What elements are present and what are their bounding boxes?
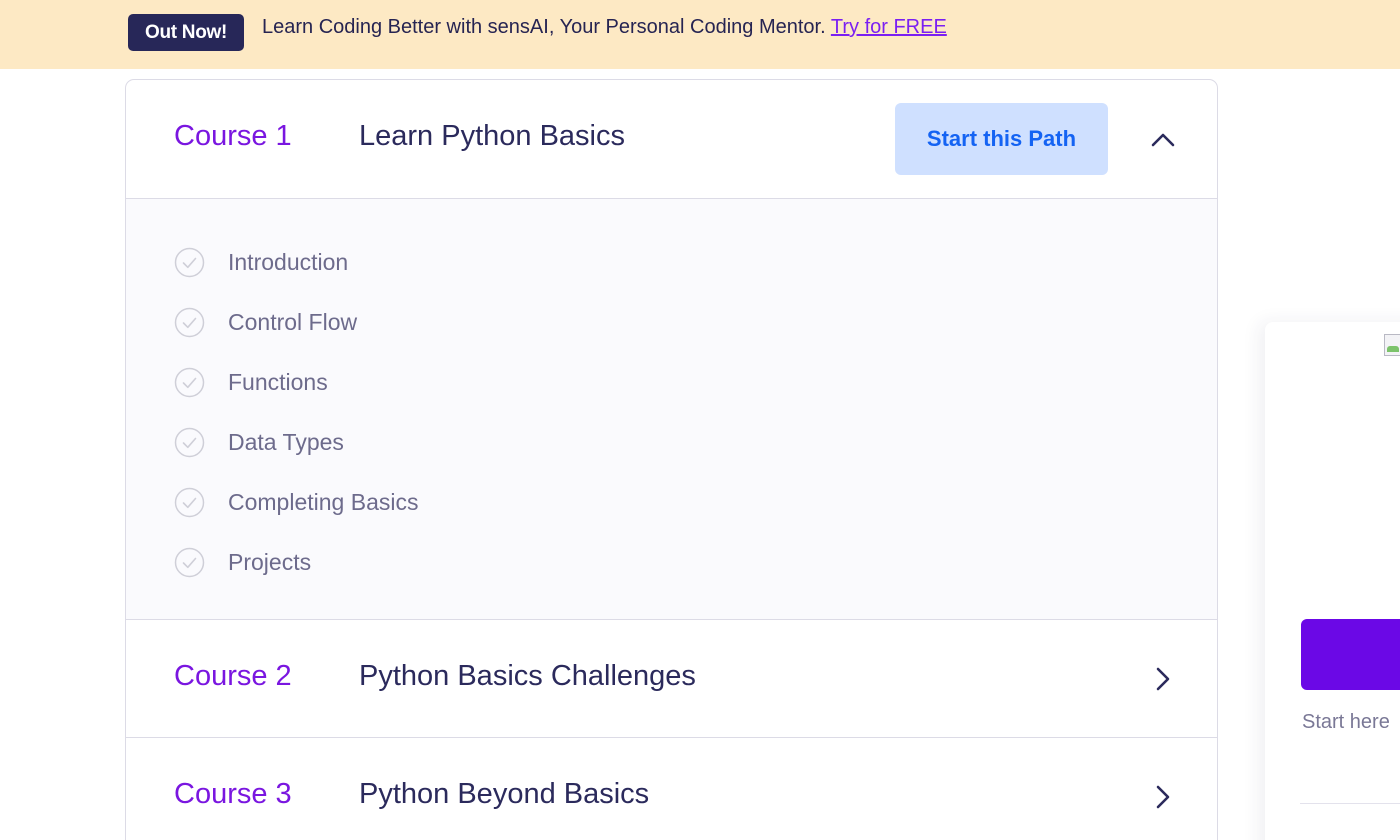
course-number: Course 1 — [174, 120, 292, 152]
lesson-item[interactable]: Introduction — [174, 246, 348, 278]
chevron-up-icon[interactable] — [1148, 125, 1178, 155]
side-cta-button[interactable] — [1301, 619, 1400, 690]
course-3-header[interactable]: Course 3 Python Beyond Basics — [126, 738, 1217, 840]
lesson-label: Control Flow — [228, 308, 358, 335]
check-circle-icon — [174, 547, 205, 577]
check-circle-icon — [174, 307, 205, 337]
lesson-label: Functions — [228, 368, 328, 395]
promo-message: Learn Coding Better with sensAI, Your Pe… — [262, 16, 826, 38]
broken-image-icon — [1384, 334, 1400, 356]
course-1-lessons: Introduction Control Flow Functions Data… — [126, 199, 1217, 619]
course-accordion: Course 1 Learn Python Basics Start this … — [125, 79, 1218, 840]
check-circle-icon — [174, 247, 205, 277]
lesson-item[interactable]: Projects — [174, 546, 311, 578]
promo-text: Learn Coding Better with sensAI, Your Pe… — [262, 16, 947, 39]
check-circle-icon — [174, 487, 205, 517]
out-now-badge: Out Now! — [128, 14, 244, 51]
lesson-item[interactable]: Functions — [174, 366, 328, 398]
chevron-right-icon[interactable] — [1148, 664, 1178, 694]
lesson-item[interactable]: Control Flow — [174, 306, 357, 338]
lesson-item[interactable]: Data Types — [174, 426, 344, 458]
promo-banner: Out Now! Learn Coding Better with sensAI… — [0, 0, 1400, 69]
chevron-right-icon[interactable] — [1148, 782, 1178, 812]
course-title: Learn Python Basics — [359, 120, 625, 152]
course-number: Course 3 — [174, 778, 292, 810]
course-number: Course 2 — [174, 660, 292, 692]
check-circle-icon — [174, 427, 205, 457]
lesson-item[interactable]: Completing Basics — [174, 486, 418, 518]
course-title: Python Beyond Basics — [359, 778, 650, 810]
check-circle-icon — [174, 367, 205, 397]
lesson-label: Completing Basics — [228, 488, 419, 515]
lesson-label: Projects — [228, 548, 312, 575]
divider — [1300, 803, 1400, 804]
course-1-header[interactable]: Course 1 Learn Python Basics Start this … — [126, 80, 1217, 198]
side-card — [1265, 322, 1400, 840]
lesson-label: Introduction — [228, 248, 349, 275]
try-for-free-link[interactable]: Try for FREE — [831, 16, 947, 38]
side-note: Start here — [1302, 711, 1390, 733]
lesson-label: Data Types — [228, 428, 344, 455]
start-this-path-button[interactable]: Start this Path — [895, 103, 1108, 175]
course-2-header[interactable]: Course 2 Python Basics Challenges — [126, 620, 1217, 738]
course-title: Python Basics Challenges — [359, 660, 696, 692]
